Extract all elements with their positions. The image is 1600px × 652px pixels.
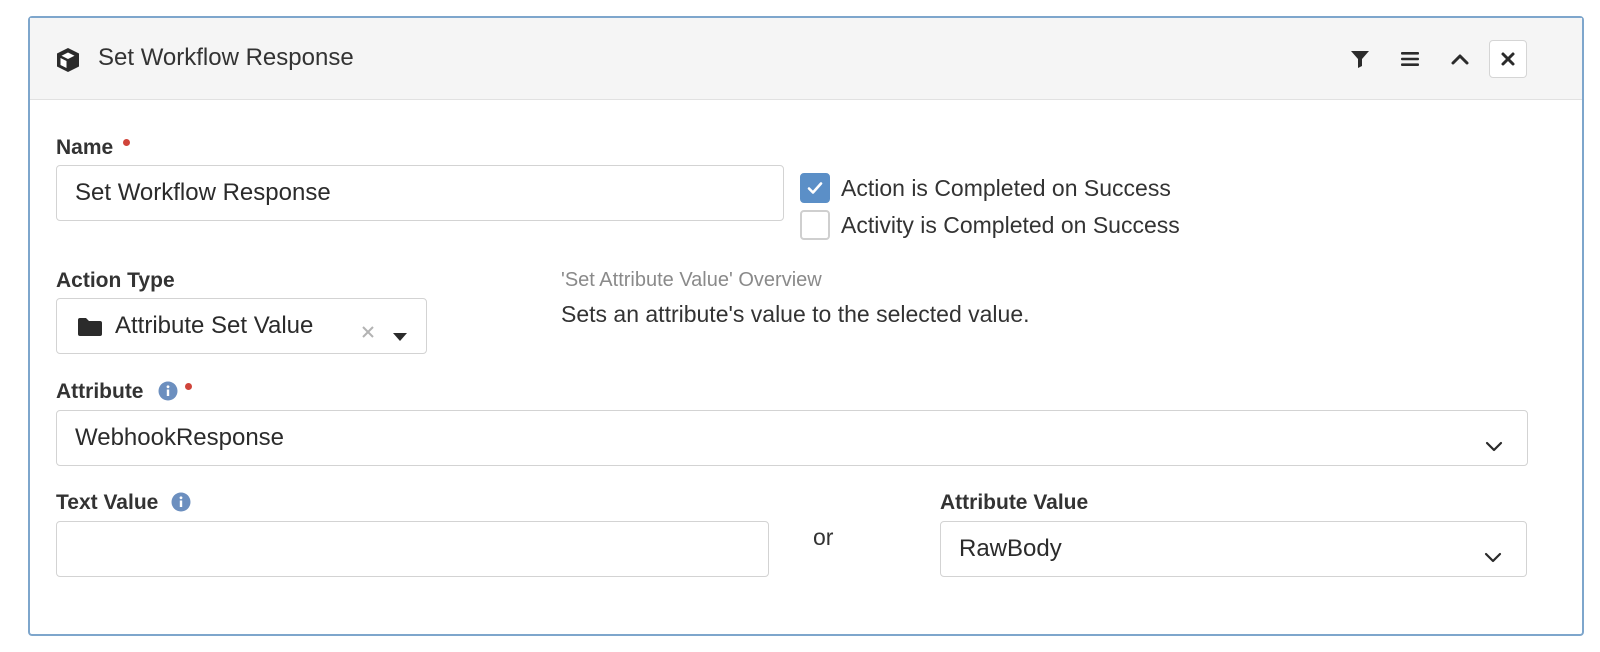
- cube-icon: [54, 46, 82, 74]
- info-icon[interactable]: [171, 492, 191, 512]
- collapse-button[interactable]: [1441, 40, 1479, 78]
- activity-completed-label[interactable]: Activity is Completed on Success: [841, 212, 1180, 239]
- chevron-up-icon: [1450, 52, 1470, 66]
- action-completed-checkbox[interactable]: [800, 173, 830, 203]
- name-label: Name: [56, 136, 114, 159]
- chevron-down-icon: [1485, 432, 1503, 460]
- close-button[interactable]: [1489, 40, 1527, 78]
- name-input-value: Set Workflow Response: [75, 179, 331, 206]
- name-input[interactable]: Set Workflow Response: [56, 165, 784, 221]
- activity-completed-checkbox[interactable]: [800, 210, 830, 240]
- action-type-value: Attribute Set Value: [115, 312, 314, 339]
- close-icon: [1500, 51, 1516, 67]
- clear-icon[interactable]: [361, 318, 375, 338]
- panel-title: Set Workflow Response: [98, 44, 354, 71]
- info-icon[interactable]: [158, 381, 178, 401]
- chevron-down-icon: [1484, 543, 1502, 571]
- attribute-value-select[interactable]: RawBody: [940, 521, 1527, 577]
- attribute-value-selected: RawBody: [959, 535, 1062, 562]
- filter-button[interactable]: [1341, 40, 1379, 78]
- action-type-select[interactable]: Attribute Set Value: [56, 298, 427, 354]
- action-type-label: Action Type: [56, 269, 175, 292]
- attribute-select[interactable]: WebhookResponse: [56, 410, 1528, 466]
- overview-description: Sets an attribute's value to the selecte…: [561, 301, 1030, 327]
- caret-down-icon[interactable]: [392, 321, 408, 341]
- text-value-label: Text Value: [56, 491, 159, 514]
- filter-icon: [1350, 49, 1370, 69]
- menu-icon: [1400, 50, 1420, 68]
- action-completed-label[interactable]: Action is Completed on Success: [841, 175, 1171, 202]
- attribute-value: WebhookResponse: [75, 424, 285, 451]
- attribute-value-label: Attribute Value: [940, 491, 1089, 514]
- or-separator: or: [813, 524, 834, 550]
- attribute-label: Attribute: [56, 380, 144, 403]
- workflow-action-panel: Set Workflow Response Name Set Workflow …: [28, 16, 1584, 636]
- menu-button[interactable]: [1391, 40, 1429, 78]
- folder-icon: [77, 316, 103, 336]
- overview-title: 'Set Attribute Value' Overview: [561, 269, 822, 291]
- text-value-input[interactable]: [56, 521, 769, 577]
- panel-header: Set Workflow Response: [30, 18, 1582, 100]
- required-indicator: [123, 139, 130, 146]
- required-indicator: [185, 383, 192, 390]
